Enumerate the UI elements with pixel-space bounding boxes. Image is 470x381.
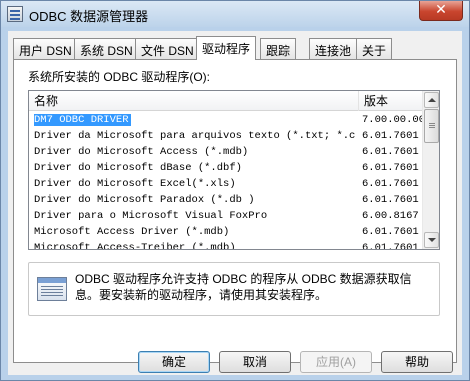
tab-tracing[interactable]: 跟踪 bbox=[260, 38, 297, 59]
tab-label: 文件 DSN bbox=[141, 44, 194, 58]
driver-name: Driver da Microsoft para arquivos texto … bbox=[34, 130, 356, 142]
scroll-down-arrow-icon[interactable] bbox=[424, 232, 439, 248]
tab-label: 跟踪 bbox=[266, 44, 291, 58]
tab-connection-pooling[interactable]: 连接池 bbox=[309, 38, 358, 59]
driver-version: 7.00.00.00 bbox=[362, 114, 422, 126]
driver-version: 6.01.7601 bbox=[362, 178, 419, 190]
drivers-list[interactable]: 名称 版本 DM7 ODBC DRIVER 7.00.00.00 Driver … bbox=[28, 90, 440, 250]
window-title: ODBC 数据源管理器 bbox=[29, 9, 149, 24]
tab-about[interactable]: 关于 bbox=[356, 38, 393, 59]
driver-version: 6.01.7601 bbox=[362, 242, 419, 250]
tab-label: 连接池 bbox=[315, 44, 352, 58]
tab-label: 驱动程序 bbox=[202, 42, 251, 56]
driver-name: Driver para o Microsoft Visual FoxPro bbox=[34, 210, 268, 222]
driver-version: 6.01.7601 bbox=[362, 130, 419, 142]
odbc-app-icon bbox=[7, 6, 23, 22]
column-header-version[interactable]: 版本 bbox=[359, 91, 423, 111]
driver-version: 6.00.8167 bbox=[362, 210, 419, 222]
list-header: 名称 版本 bbox=[29, 91, 423, 111]
ok-button[interactable]: 确定 bbox=[138, 351, 210, 373]
table-row[interactable]: Driver do Microsoft Paradox (*.db ) 6.01… bbox=[29, 192, 423, 208]
driver-name: Microsoft Access-Treiber (*.mdb) bbox=[34, 242, 236, 250]
driver-version: 6.01.7601 bbox=[362, 162, 419, 174]
tab-system-dsn[interactable]: 系统 DSN bbox=[74, 38, 139, 59]
info-text: ODBC 驱动程序允许支持 ODBC 的程序从 ODBC 数据源获取信息。要安装… bbox=[75, 272, 412, 302]
dialog-client: 用户 DSN 系统 DSN 文件 DSN 驱动程序 跟踪 连接池 关于 系统所安… bbox=[8, 31, 462, 375]
table-row[interactable]: Driver do Microsoft dBase (*.dbf) 6.01.7… bbox=[29, 160, 423, 176]
column-header-name[interactable]: 名称 bbox=[29, 91, 359, 111]
close-icon: ✕ bbox=[435, 2, 447, 18]
installed-drivers-label: 系统所安装的 ODBC 驱动程序(O): bbox=[28, 70, 210, 84]
title-bar[interactable]: ODBC 数据源管理器 ✕ bbox=[1, 1, 469, 27]
help-button[interactable]: 帮助 bbox=[381, 351, 453, 373]
close-button[interactable]: ✕ bbox=[419, 1, 463, 21]
driver-version: 6.01.7601 bbox=[362, 194, 419, 206]
driver-name: Driver do Microsoft Paradox (*.db ) bbox=[34, 194, 255, 206]
tab-label: 系统 DSN bbox=[80, 44, 133, 58]
driver-name: Driver do Microsoft Access (*.mdb) bbox=[34, 146, 249, 158]
driver-name: Microsoft Access Driver (*.mdb) bbox=[34, 226, 230, 238]
driver-name: Driver do Microsoft Excel(*.xls) bbox=[34, 178, 236, 190]
table-row[interactable]: Driver do Microsoft Excel(*.xls) 6.01.76… bbox=[29, 176, 423, 192]
table-row[interactable]: Microsoft Access-Treiber (*.mdb) 6.01.76… bbox=[29, 240, 423, 250]
driver-version: 6.01.7601 bbox=[362, 146, 419, 158]
driver-version: 6.01.7601 bbox=[362, 226, 419, 238]
odbc-window: ODBC 数据源管理器 ✕ 用户 DSN 系统 DSN 文件 DSN 驱动程序 … bbox=[0, 0, 470, 381]
info-groupbox: ODBC 驱动程序允许支持 ODBC 的程序从 ODBC 数据源获取信息。要安装… bbox=[28, 262, 440, 316]
table-row[interactable]: Driver da Microsoft para arquivos texto … bbox=[29, 128, 423, 144]
tab-drivers[interactable]: 驱动程序 bbox=[196, 36, 257, 60]
tab-label: 用户 DSN bbox=[19, 44, 72, 58]
table-row[interactable]: Microsoft Access Driver (*.mdb) 6.01.760… bbox=[29, 224, 423, 240]
cancel-button[interactable]: 取消 bbox=[219, 351, 291, 373]
apply-button[interactable]: 应用(A) bbox=[300, 351, 372, 373]
tab-file-dsn[interactable]: 文件 DSN bbox=[135, 38, 200, 59]
tab-user-dsn[interactable]: 用户 DSN bbox=[13, 38, 78, 59]
driver-name: DM7 ODBC DRIVER bbox=[34, 114, 131, 126]
scroll-up-arrow-icon[interactable] bbox=[424, 92, 439, 108]
table-row[interactable]: DM7 ODBC DRIVER 7.00.00.00 bbox=[29, 112, 423, 128]
table-row[interactable]: Driver para o Microsoft Visual FoxPro 6.… bbox=[29, 208, 423, 224]
tab-label: 关于 bbox=[362, 44, 387, 58]
table-row[interactable]: Driver do Microsoft Access (*.mdb) 6.01.… bbox=[29, 144, 423, 160]
scroll-thumb[interactable] bbox=[424, 109, 439, 143]
driver-list-icon bbox=[37, 277, 67, 301]
vertical-scrollbar[interactable] bbox=[422, 91, 439, 249]
driver-name: Driver do Microsoft dBase (*.dbf) bbox=[34, 162, 242, 174]
drivers-panel: 系统所安装的 ODBC 驱动程序(O): 名称 版本 DM7 ODBC DRIV… bbox=[13, 59, 457, 363]
tab-strip: 用户 DSN 系统 DSN 文件 DSN 驱动程序 跟踪 连接池 关于 bbox=[13, 36, 458, 60]
